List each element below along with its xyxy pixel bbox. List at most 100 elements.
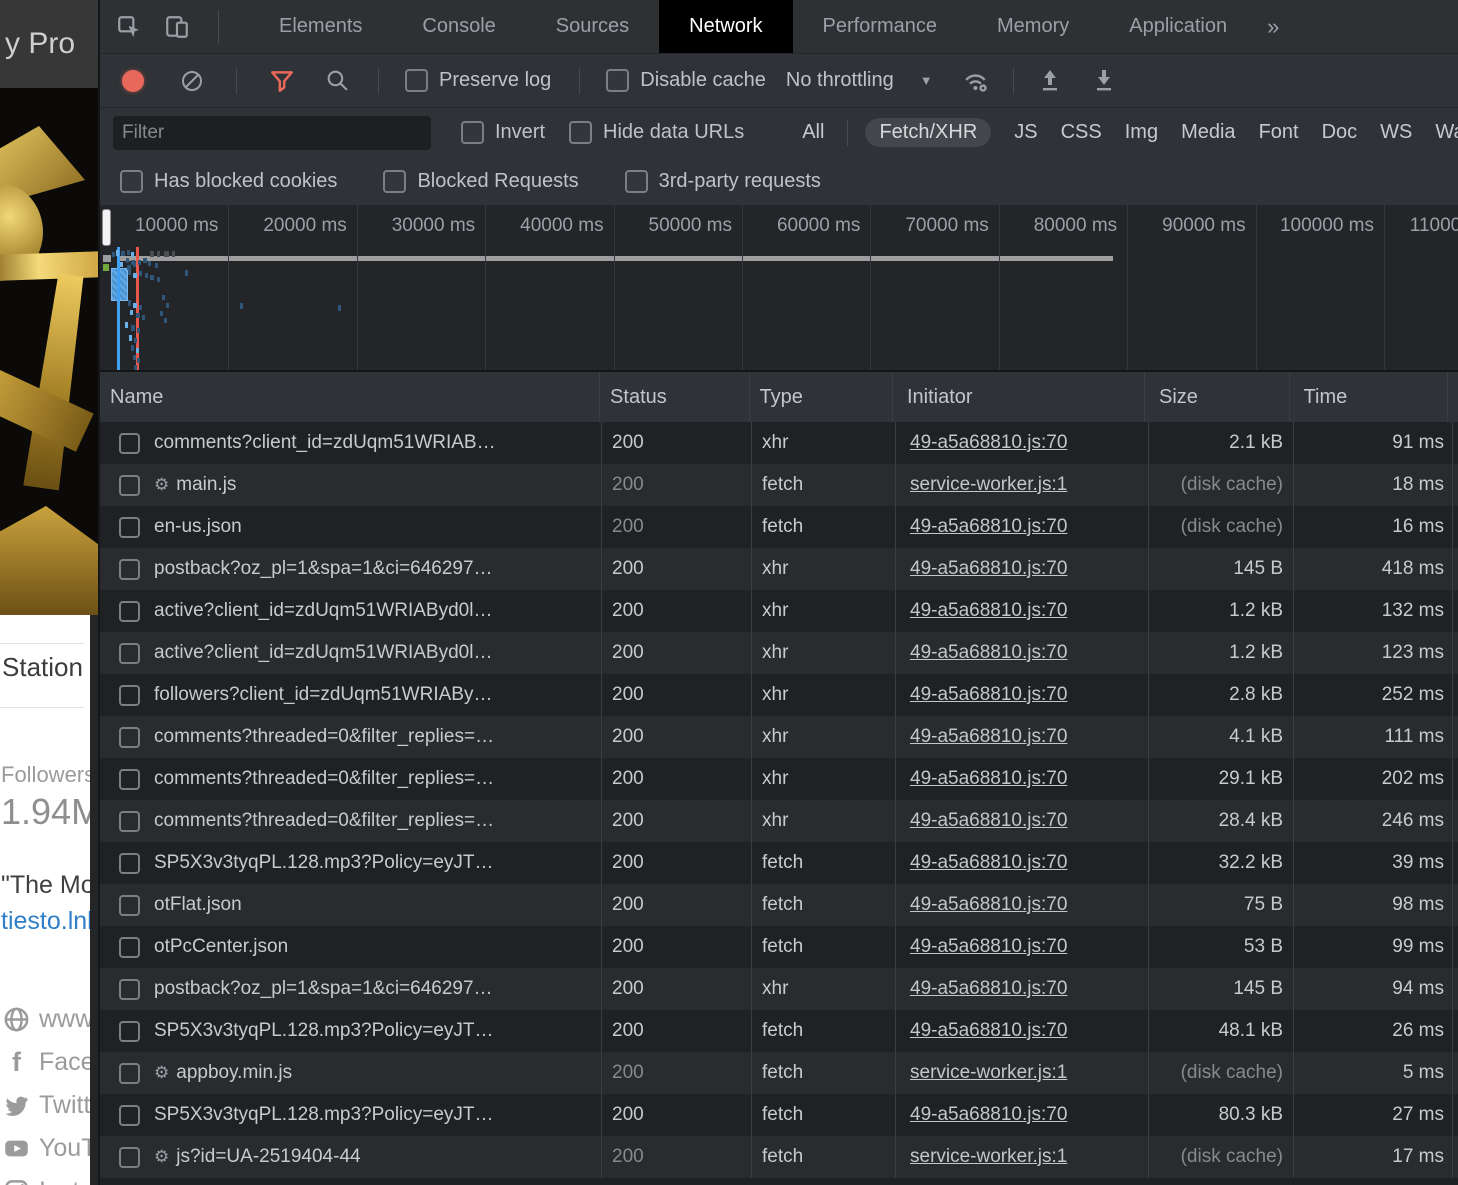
request-initiator-link[interactable]: service-worker.js:1 [910,1146,1067,1168]
disable-cache-checkbox[interactable]: Disable cache [606,69,766,92]
table-row[interactable]: SP5X3v3tyqPL.128.mp3?Policy=eyJT…200fetc… [100,1010,1458,1052]
table-row[interactable]: postback?oz_pl=1&spa=1&ci=646297…200xhr4… [100,968,1458,1010]
try-pro-link[interactable]: y Pro [5,27,75,61]
column-header-size[interactable]: Size [1144,372,1289,422]
inspect-element-icon[interactable] [116,14,142,40]
checkbox[interactable] [383,170,406,193]
network-overview[interactable]: 10000 ms20000 ms30000 ms40000 ms50000 ms… [100,205,1458,372]
request-initiator-link[interactable]: 49-a5a68810.js:70 [910,726,1067,748]
filter-toggle-icon[interactable] [269,68,295,94]
row-checkbox[interactable] [119,475,140,496]
row-checkbox[interactable] [119,601,140,622]
table-row[interactable]: ⚙appboy.min.js200fetchservice-worker.js:… [100,1052,1458,1094]
row-checkbox[interactable] [119,727,140,748]
throttling-select[interactable]: No throttling ▼ [786,69,933,92]
table-row[interactable]: active?client_id=zdUqm51WRIAByd0l…200xhr… [100,632,1458,674]
request-initiator-link[interactable]: 49-a5a68810.js:70 [910,600,1067,622]
type-filter-media[interactable]: Media [1181,118,1235,147]
tab-more-tabs[interactable]: » [1257,0,1289,53]
export-har-icon[interactable] [1092,68,1116,94]
network-conditions-icon[interactable] [961,68,991,94]
row-checkbox[interactable] [119,559,140,580]
filter-input[interactable] [113,116,431,150]
request-initiator-link[interactable]: 49-a5a68810.js:70 [910,894,1067,916]
tab-sources[interactable]: Sources [526,0,659,53]
table-row[interactable]: active?client_id=zdUqm51WRIAByd0l…200xhr… [100,590,1458,632]
request-initiator-link[interactable]: service-worker.js:1 [910,1062,1067,1084]
request-initiator-link[interactable]: 49-a5a68810.js:70 [910,558,1067,580]
tab-console[interactable]: Console [392,0,525,53]
row-checkbox[interactable] [119,1105,140,1126]
type-filter-wasm[interactable]: Wasm [1435,118,1458,147]
column-header-status[interactable]: Status [599,372,748,422]
request-initiator-link[interactable]: 49-a5a68810.js:70 [910,642,1067,664]
tab-elements[interactable]: Elements [249,0,392,53]
checkbox[interactable] [461,121,484,144]
request-initiator-link[interactable]: 49-a5a68810.js:70 [910,1020,1067,1042]
request-initiator-link[interactable]: 49-a5a68810.js:70 [910,810,1067,832]
row-checkbox[interactable] [119,643,140,664]
type-filter-all[interactable]: All [802,118,824,147]
request-initiator-link[interactable]: 49-a5a68810.js:70 [910,516,1067,538]
twitte-link[interactable]: Twitte [0,1084,104,1127]
search-icon[interactable] [325,68,350,93]
column-header-initiator[interactable]: Initiator [892,372,1144,422]
tab-network[interactable]: Network [659,0,792,53]
invert-checkbox[interactable]: Invert [461,121,545,144]
tab-memory[interactable]: Memory [967,0,1099,53]
tab-performance[interactable]: Performance [793,0,968,53]
clear-network-log-button[interactable] [180,69,204,93]
column-header-name[interactable]: Name [100,372,599,422]
device-toolbar-icon[interactable] [164,14,190,40]
checkbox[interactable] [606,69,629,92]
request-initiator-link[interactable]: 49-a5a68810.js:70 [910,768,1067,790]
checkbox[interactable] [625,170,648,193]
table-row[interactable]: comments?threaded=0&filter_replies=…200x… [100,800,1458,842]
request-initiator-link[interactable]: 49-a5a68810.js:70 [910,432,1067,454]
request-initiator-link[interactable]: 49-a5a68810.js:70 [910,978,1067,1000]
row-checkbox[interactable] [119,433,140,454]
www-link[interactable]: www. [0,998,99,1041]
has-blocked-cookies-checkbox[interactable]: Has blocked cookies [120,170,337,193]
row-checkbox[interactable] [119,853,140,874]
row-checkbox[interactable] [119,895,140,916]
table-row[interactable]: otFlat.json200fetch49-a5a68810.js:7075 B… [100,884,1458,926]
row-checkbox[interactable] [119,937,140,958]
preserve-log-checkbox[interactable]: Preserve log [405,69,551,92]
overview-window-bar[interactable] [120,256,1113,261]
type-filter-js[interactable]: JS [1014,118,1037,147]
checkbox[interactable] [405,69,428,92]
row-checkbox[interactable] [119,1147,140,1168]
3rd-party-requests-checkbox[interactable]: 3rd-party requests [625,170,821,193]
type-filter-img[interactable]: Img [1125,118,1158,147]
table-row[interactable]: postback?oz_pl=1&spa=1&ci=646297…200xhr4… [100,548,1458,590]
type-filter-font[interactable]: Font [1259,118,1299,147]
column-header-type[interactable]: Type [749,372,892,422]
row-checkbox[interactable] [119,685,140,706]
row-checkbox[interactable] [119,1021,140,1042]
row-checkbox[interactable] [119,811,140,832]
request-initiator-link[interactable]: 49-a5a68810.js:70 [910,684,1067,706]
type-filter-css[interactable]: CSS [1061,118,1102,147]
import-har-icon[interactable] [1038,68,1062,94]
table-row[interactable]: SP5X3v3tyqPL.128.mp3?Policy=eyJT…200fetc… [100,1094,1458,1136]
hide-data-urls-checkbox[interactable]: Hide data URLs [569,121,744,144]
blocked-requests-checkbox[interactable]: Blocked Requests [383,170,578,193]
table-row[interactable]: ⚙js?id=UA-2519404-44200fetchservice-work… [100,1136,1458,1178]
checkbox[interactable] [569,121,592,144]
request-initiator-link[interactable]: 49-a5a68810.js:70 [910,852,1067,874]
request-initiator-link[interactable]: 49-a5a68810.js:70 [910,936,1067,958]
table-row[interactable]: comments?threaded=0&filter_replies=…200x… [100,716,1458,758]
promo-link[interactable]: tiesto.lnk [1,907,100,936]
column-header-time[interactable]: Time [1289,372,1447,422]
table-row[interactable]: comments?client_id=zdUqm51WRIAB…200xhr49… [100,422,1458,464]
table-row[interactable]: SP5X3v3tyqPL.128.mp3?Policy=eyJT…200fetc… [100,842,1458,884]
table-row[interactable]: otPcCenter.json200fetch49-a5a68810.js:70… [100,926,1458,968]
row-checkbox[interactable] [119,517,140,538]
row-checkbox[interactable] [119,1063,140,1084]
type-filter-fetch-xhr[interactable]: Fetch/XHR [865,118,991,147]
row-checkbox[interactable] [119,769,140,790]
tab-application[interactable]: Application [1099,0,1257,53]
table-row[interactable]: ⚙main.js200fetchservice-worker.js:1(disk… [100,464,1458,506]
record-network-log-button[interactable] [122,70,144,92]
